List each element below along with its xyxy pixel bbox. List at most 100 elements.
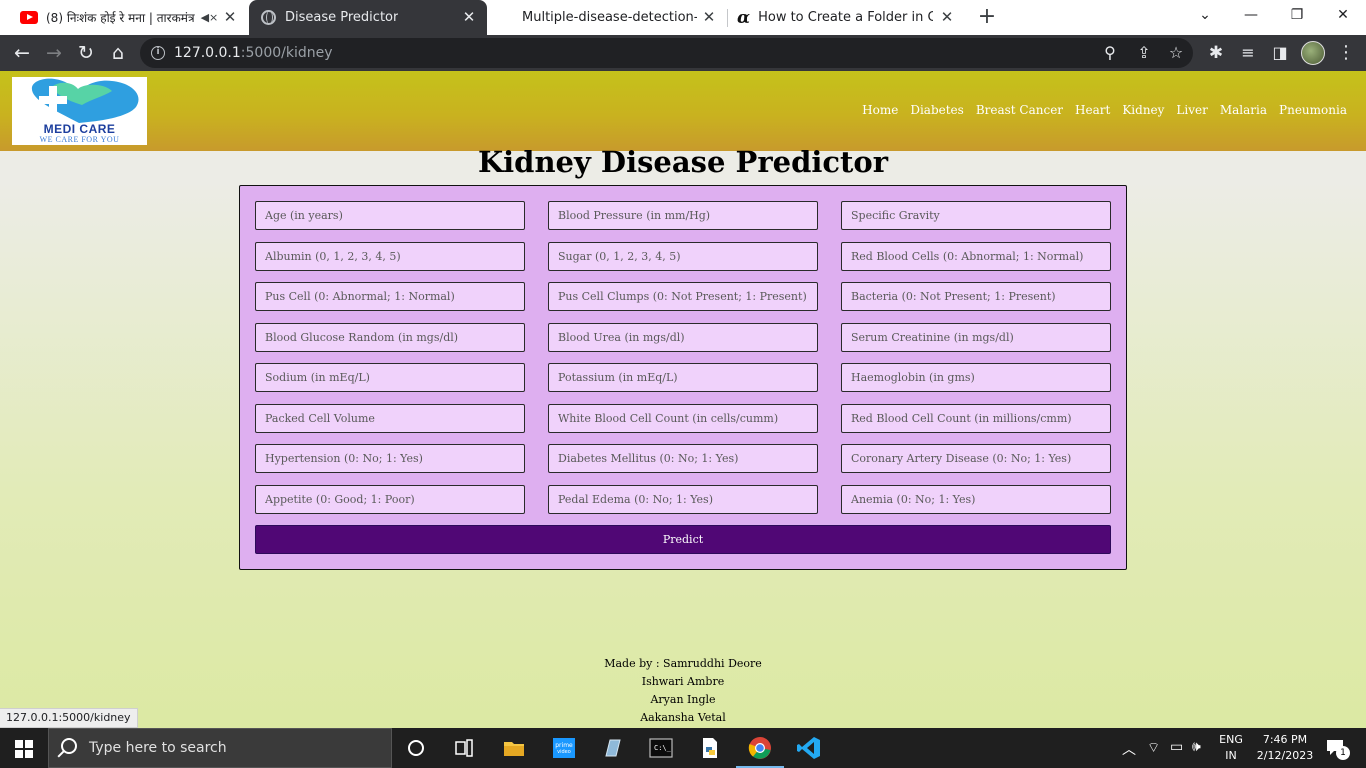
tab-github-repo[interactable]: Multiple-disease-detection-and- ✕ [495,0,727,35]
diabetes-mellitus-input[interactable] [548,444,818,473]
url-host: 127.0.0.1 [174,45,241,61]
file-explorer-icon[interactable] [502,736,526,760]
tab-search-icon[interactable]: ⌄ [1182,0,1228,30]
search-icon [61,738,77,754]
volume-icon[interactable]: 🕪 [1192,739,1201,755]
nav-heart[interactable]: Heart [1075,103,1110,117]
vscode-icon[interactable] [797,736,821,760]
clock-date: 2/12/2023 [1256,749,1314,762]
side-panel-icon[interactable]: ◨ [1268,41,1292,65]
close-window-button[interactable]: ✕ [1320,0,1366,30]
task-view-icon[interactable] [452,736,476,760]
appetite-input[interactable] [255,485,525,514]
predict-button[interactable]: Predict [255,525,1111,554]
coronary-artery-disease-input[interactable] [841,444,1111,473]
tab-separator [727,9,728,27]
tab-title: (8) निःशंक होई रे मना | तारकमंत्र [46,11,195,25]
hypertension-input[interactable] [255,444,525,473]
site-info-icon[interactable]: i [151,46,165,60]
clock[interactable]: 7:46 PM 2/12/2023 [1250,728,1320,768]
wifi-icon[interactable]: ⌔ [1147,739,1160,757]
tab-title: Disease Predictor [285,10,399,25]
home-icon[interactable]: ⌂ [106,41,130,65]
blood-glucose-random-input[interactable] [255,323,525,352]
address-bar[interactable]: i 127.0.0.1:5000/kidney ⚲ ⇪ ☆ [140,38,1193,68]
menu-kebab-icon[interactable]: ⋮ [1334,41,1358,65]
alpha-icon: α [737,7,751,28]
close-tab-icon[interactable]: ✕ [222,9,238,25]
nav-kidney[interactable]: Kidney [1122,103,1164,117]
taskbar-search-box[interactable]: Type here to search [48,728,392,768]
footer-line: Aryan Ingle [650,693,716,706]
media-control-icon[interactable]: ≡ [1236,41,1260,65]
svg-text:C:\_: C:\_ [654,744,672,752]
new-tab-button[interactable]: + [976,6,998,28]
speaker-muted-icon[interactable]: ◀× [201,11,219,24]
nav-malaria[interactable]: Malaria [1220,103,1267,117]
pus-cell-input[interactable] [255,282,525,311]
show-hidden-icons-chevron-icon[interactable]: ︿ [1122,739,1136,759]
medicare-logo[interactable]: MEDI CARE WE CARE FOR YOU [12,77,147,145]
battery-icon[interactable]: ▭ [1170,739,1183,755]
prime-video-icon[interactable]: prime video [552,736,576,760]
youtube-icon [20,11,38,24]
red-blood-cells-input[interactable] [841,242,1111,271]
footer-line: Aakansha Vetal [640,711,726,724]
pedal-edema-input[interactable] [548,485,818,514]
bookmark-star-icon[interactable]: ☆ [1164,41,1188,65]
globe-icon [261,10,276,25]
chrome-icon[interactable] [736,736,784,768]
close-tab-icon[interactable]: ✕ [939,9,955,25]
albumin-input[interactable] [255,242,525,271]
red-blood-cell-count-input[interactable] [841,404,1111,433]
nav-breast-cancer[interactable]: Breast Cancer [976,103,1063,117]
windows-logo-icon [15,740,33,758]
age-input[interactable] [255,201,525,230]
profile-avatar[interactable] [1301,41,1325,65]
svg-text:video: video [557,749,571,755]
input-language-indicator[interactable]: ENG IN [1215,728,1247,768]
nav-liver[interactable]: Liver [1176,103,1207,117]
minimize-button[interactable]: — [1228,0,1274,30]
reload-icon[interactable]: ↻ [74,41,98,65]
tab-how-to-create-folder[interactable]: α How to Create a Folder in Github ✕ [729,0,965,35]
tab-title: Multiple-disease-detection-and- [522,10,697,25]
notes-app-icon[interactable] [600,736,624,760]
forward-arrow-icon[interactable]: → [42,41,66,65]
terminal-icon[interactable]: C:\_ [649,736,673,760]
cortana-icon[interactable] [404,736,428,760]
white-blood-cell-count-input[interactable] [548,404,818,433]
tab-disease-predictor[interactable]: Disease Predictor ✕ [249,0,487,35]
start-button[interactable] [0,728,48,768]
extensions-icon[interactable]: ✱ [1204,41,1228,65]
nav-pneumonia[interactable]: Pneumonia [1279,103,1347,117]
notification-center-icon[interactable]: 1 [1322,728,1352,768]
haemoglobin-input[interactable] [841,363,1111,392]
pus-cell-clumps-input[interactable] [548,282,818,311]
blood-urea-input[interactable] [548,323,818,352]
url-path: :5000/kidney [240,45,333,61]
zoom-icon[interactable]: ⚲ [1098,41,1122,65]
close-tab-icon[interactable]: ✕ [461,9,477,25]
tab-youtube[interactable]: (8) निःशंक होई रे मना | तारकमंत्र ◀× ✕ [8,0,248,35]
sodium-input[interactable] [255,363,525,392]
nav-diabetes[interactable]: Diabetes [910,103,963,117]
close-tab-icon[interactable]: ✕ [701,9,717,25]
potassium-input[interactable] [548,363,818,392]
specific-gravity-input[interactable] [841,201,1111,230]
heart-cross-logo-icon [31,78,139,123]
anemia-input[interactable] [841,485,1111,514]
nav-home[interactable]: Home [862,103,898,117]
svg-text:prime: prime [555,742,573,749]
sugar-input[interactable] [548,242,818,271]
restore-button[interactable]: ❐ [1274,0,1320,30]
packed-cell-volume-input[interactable] [255,404,525,433]
blood-pressure-input[interactable] [548,201,818,230]
share-icon[interactable]: ⇪ [1132,41,1156,65]
back-arrow-icon[interactable]: ← [10,41,34,65]
bacteria-input[interactable] [841,282,1111,311]
url-text[interactable]: 127.0.0.1:5000/kidney [174,45,333,61]
python-file-icon[interactable] [698,736,722,760]
serum-creatinine-input[interactable] [841,323,1111,352]
notification-count-badge: 1 [1336,746,1350,760]
